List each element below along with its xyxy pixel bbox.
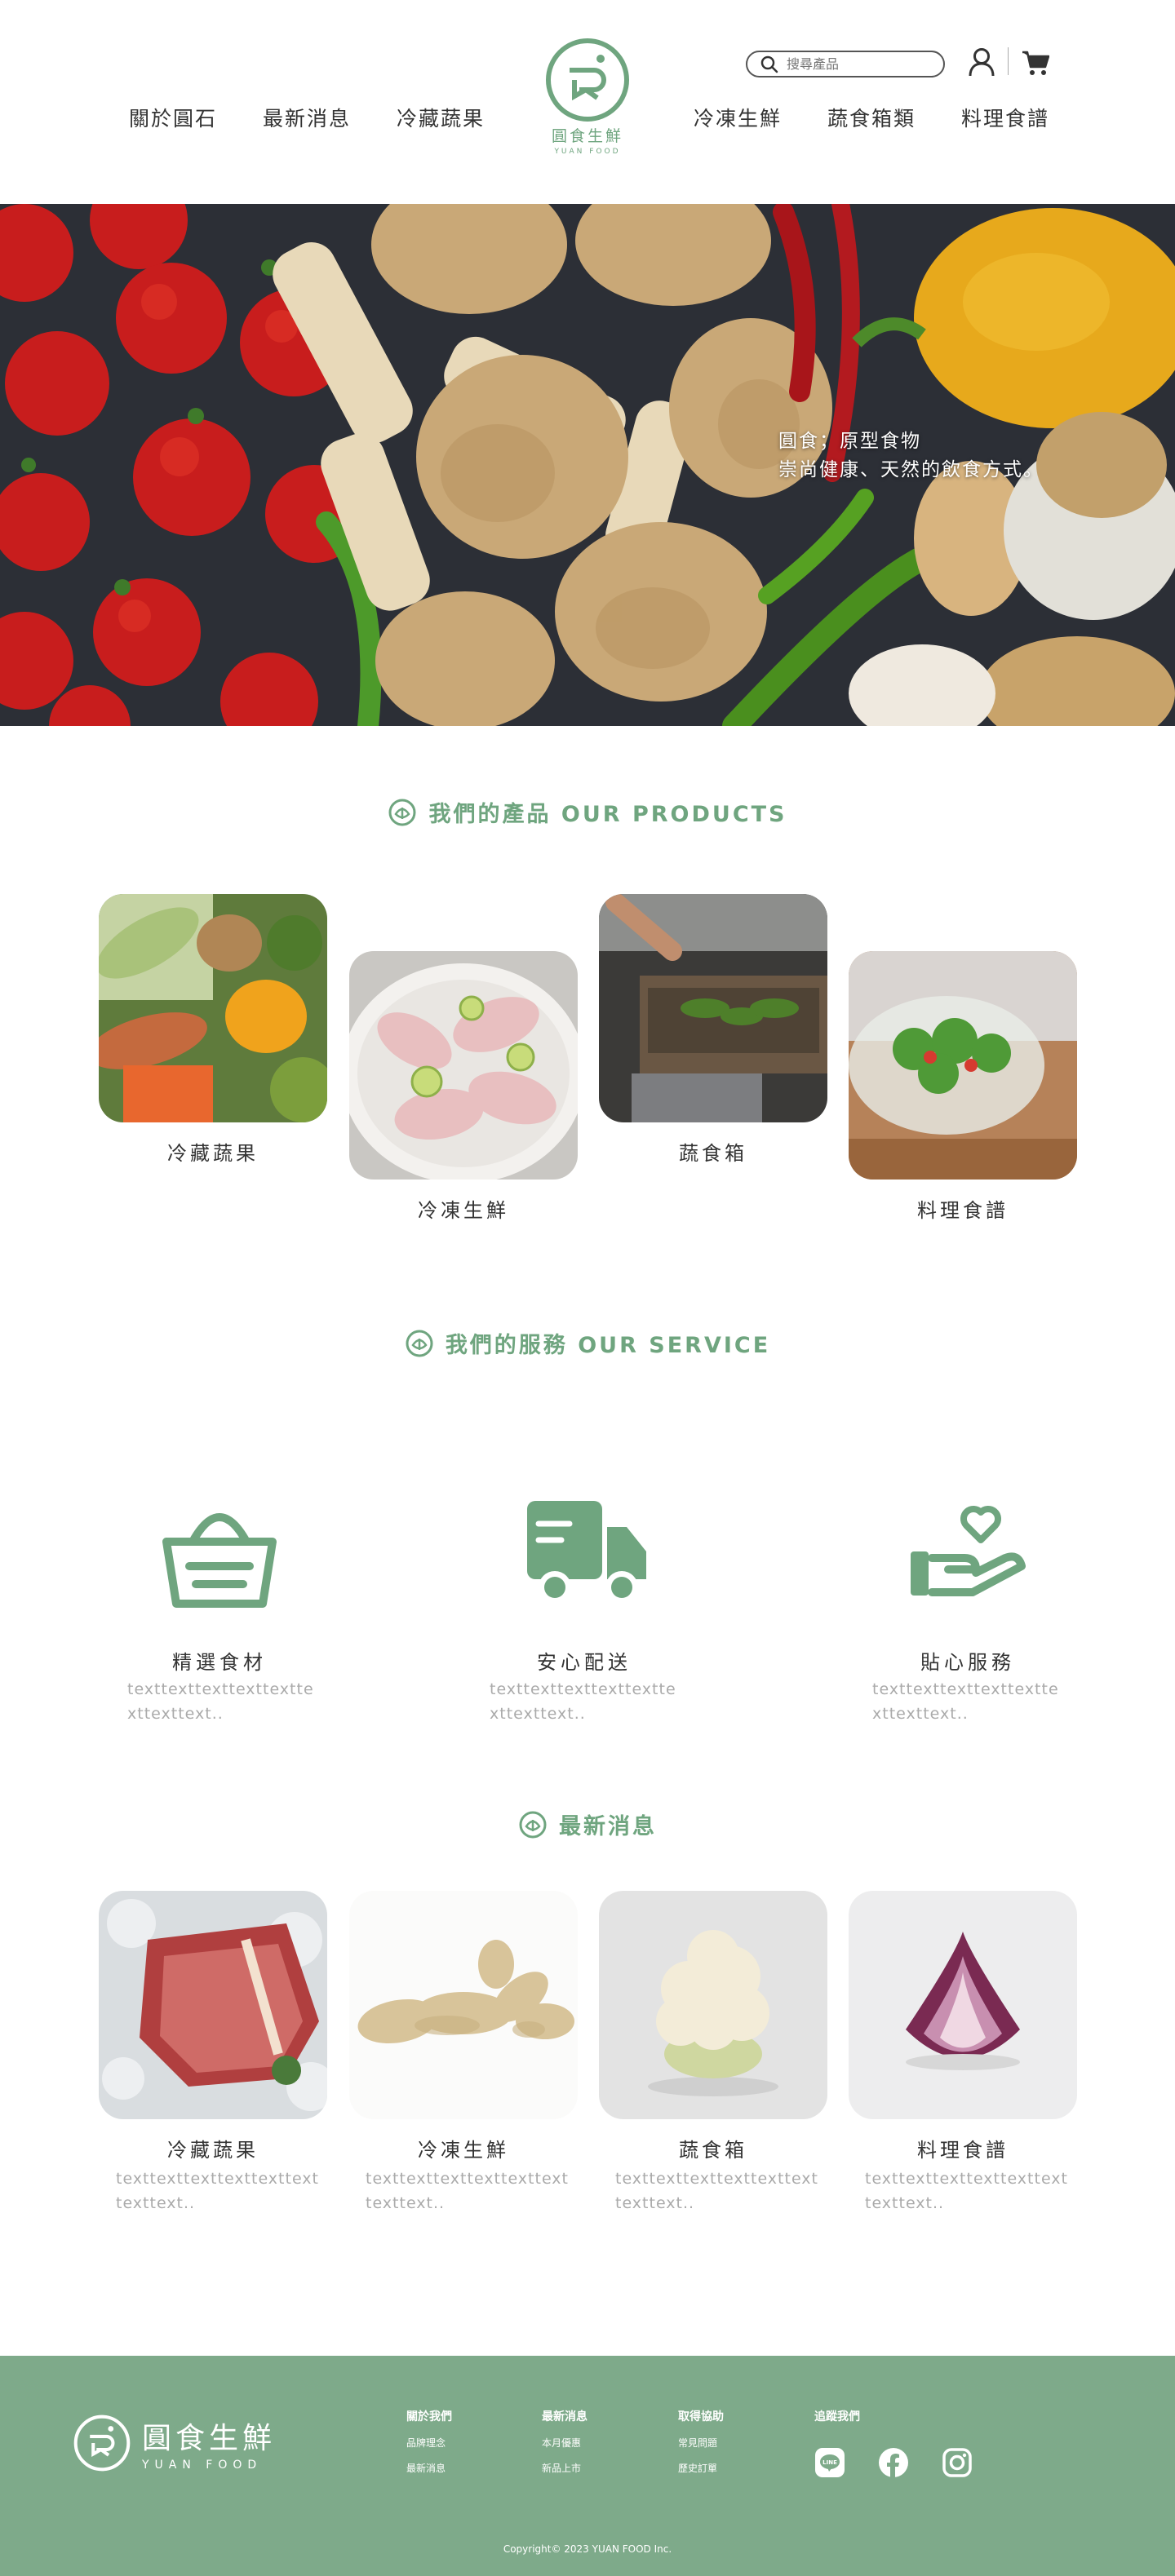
product-card-vegbox-label[interactable]: 蔬食箱 (599, 1137, 827, 1166)
footer-link-monthly-offer[interactable]: 本月優惠 (542, 2436, 588, 2450)
product-card-frozen-image[interactable] (349, 951, 578, 1180)
truck-icon (527, 1501, 646, 1604)
news-card-3-label[interactable]: 蔬食箱 (599, 2134, 827, 2162)
news-card-1-image[interactable] (99, 1891, 327, 2119)
basket-icon (162, 1513, 277, 1608)
product-card-recipes-label[interactable]: 料理食譜 (849, 1194, 1077, 1223)
footer-col-help: 取得協助 常見問題 歷史訂單 (678, 2408, 724, 2486)
nav-chilled[interactable]: 冷藏蔬果 (397, 103, 485, 132)
site-footer: 圓食生鮮 YUAN FOOD 關於我們 品牌理念 最新消息 最新消息 本月優惠 … (0, 2356, 1175, 2576)
logo-mark-icon (73, 2414, 131, 2472)
hero-tagline-line1: 圓食；原型食物 (778, 431, 921, 452)
nav-recipes[interactable]: 料理食譜 (961, 103, 1049, 132)
nav-news[interactable]: 最新消息 (263, 103, 351, 132)
site-logo[interactable]: 圓食生鮮 YUAN FOOD (543, 38, 632, 156)
footer-col-news: 最新消息 本月優惠 新品上市 (542, 2408, 588, 2486)
news-card-3-desc: texttexttexttexttexttexttexttext.. (615, 2170, 818, 2212)
copyright-text: Copyright© 2023 YUAN FOOD Inc. (503, 2543, 672, 2555)
news-card-2-image[interactable] (349, 1891, 578, 2119)
footer-link-new-products[interactable]: 新品上市 (542, 2461, 588, 2475)
news-section-title: 最新消息 (0, 1808, 1175, 1840)
product-card-chilled-label[interactable]: 冷藏蔬果 (99, 1137, 327, 1166)
header-divider (1008, 47, 1009, 75)
line-icon[interactable]: LINE (814, 2447, 845, 2478)
products-title-text: 我們的產品 OUR PRODUCTS (428, 802, 787, 827)
leaf-icon (519, 1811, 547, 1838)
news-card-4-image[interactable] (849, 1891, 1077, 2119)
product-card-recipes-image[interactable] (849, 951, 1077, 1180)
footer-col-heading: 取得協助 (678, 2410, 724, 2423)
service-desc-care: texttexttexttexttexttexttexttext.. (872, 1680, 1059, 1723)
footer-col-heading: 最新消息 (542, 2410, 588, 2423)
facebook-icon[interactable] (878, 2447, 909, 2478)
heart-hand-icon (911, 1505, 1026, 1596)
news-card-2-label[interactable]: 冷凍生鮮 (349, 2134, 578, 2162)
footer-col-follow: 追蹤我們 (814, 2408, 860, 2436)
news-card-4-label[interactable]: 料理食譜 (849, 2134, 1077, 2162)
logo-text-cn: 圓食生鮮 (551, 127, 623, 145)
footer-link-news[interactable]: 最新消息 (406, 2461, 452, 2475)
footer-link-brand[interactable]: 品牌理念 (406, 2436, 452, 2450)
svg-text:LINE: LINE (822, 2459, 837, 2466)
footer-col-heading: 追蹤我們 (814, 2410, 860, 2423)
news-card-3-image[interactable] (599, 1891, 827, 2119)
service-label-delivery: 安心配送 (537, 1651, 632, 1674)
service-label-care: 貼心服務 (920, 1651, 1015, 1674)
service-desc-ingredients: texttexttexttexttexttexttexttext.. (127, 1680, 314, 1723)
hero-tagline: 圓食；原型食物 崇尚健康、天然的飲食方式。 (778, 427, 1044, 485)
service-label-ingredients: 精選食材 (172, 1651, 267, 1674)
footer-col-heading: 關於我們 (406, 2410, 452, 2423)
news-card-1-label[interactable]: 冷藏蔬果 (99, 2134, 327, 2162)
nav-veg-box[interactable]: 蔬食箱類 (827, 103, 916, 132)
news-card-1-desc: texttexttexttexttexttexttexttext.. (116, 2170, 319, 2212)
search-icon[interactable] (760, 55, 778, 73)
search-box (746, 51, 945, 77)
instagram-icon[interactable] (942, 2447, 973, 2478)
cart-icon[interactable] (1022, 51, 1049, 77)
footer-logo[interactable]: 圓食生鮮 YUAN FOOD (73, 2414, 276, 2472)
footer-col-about: 關於我們 品牌理念 最新消息 (406, 2408, 452, 2486)
footer-logo-en: YUAN FOOD (142, 2459, 263, 2472)
products-section-title: 我們的產品 OUR PRODUCTS (0, 796, 1175, 828)
news-card-2-desc: texttexttexttexttexttexttexttext.. (366, 2170, 569, 2212)
hero-banner: 圓食；原型食物 崇尚健康、天然的飲食方式。 (0, 204, 1175, 726)
user-icon[interactable] (968, 47, 995, 77)
site-header: 關於圓石 最新消息 冷藏蔬果 圓食生鮮 YUAN FOOD 冷凍生鮮 蔬食箱類 … (0, 0, 1175, 204)
product-card-chilled-image[interactable] (99, 894, 327, 1122)
nav-about[interactable]: 關於圓石 (129, 103, 217, 132)
product-card-vegbox-image[interactable] (599, 894, 827, 1122)
search-input[interactable] (787, 56, 925, 72)
hero-tagline-line2: 崇尚健康、天然的飲食方式。 (778, 459, 1044, 480)
footer-link-order-history[interactable]: 歷史訂單 (678, 2461, 724, 2475)
nav-frozen[interactable]: 冷凍生鮮 (694, 103, 782, 132)
leaf-icon (388, 799, 416, 825)
service-desc-delivery: texttexttexttexttexttexttexttext.. (490, 1680, 676, 1723)
footer-logo-cn: 圓食生鮮 (142, 2422, 277, 2455)
footer-link-faq[interactable]: 常見問題 (678, 2436, 724, 2450)
leaf-icon (406, 1330, 433, 1357)
social-links: LINE (814, 2447, 973, 2478)
logo-text-en: YUAN FOOD (554, 148, 621, 156)
service-section-title: 我們的服務 OUR SERVICE (0, 1327, 1175, 1359)
news-card-4-desc: texttexttexttexttexttexttexttext.. (865, 2170, 1068, 2212)
service-title-text: 我們的服務 OUR SERVICE (445, 1333, 771, 1358)
news-title-text: 最新消息 (559, 1814, 657, 1839)
product-card-frozen-label[interactable]: 冷凍生鮮 (349, 1194, 578, 1223)
logo-mark-icon (546, 38, 629, 122)
